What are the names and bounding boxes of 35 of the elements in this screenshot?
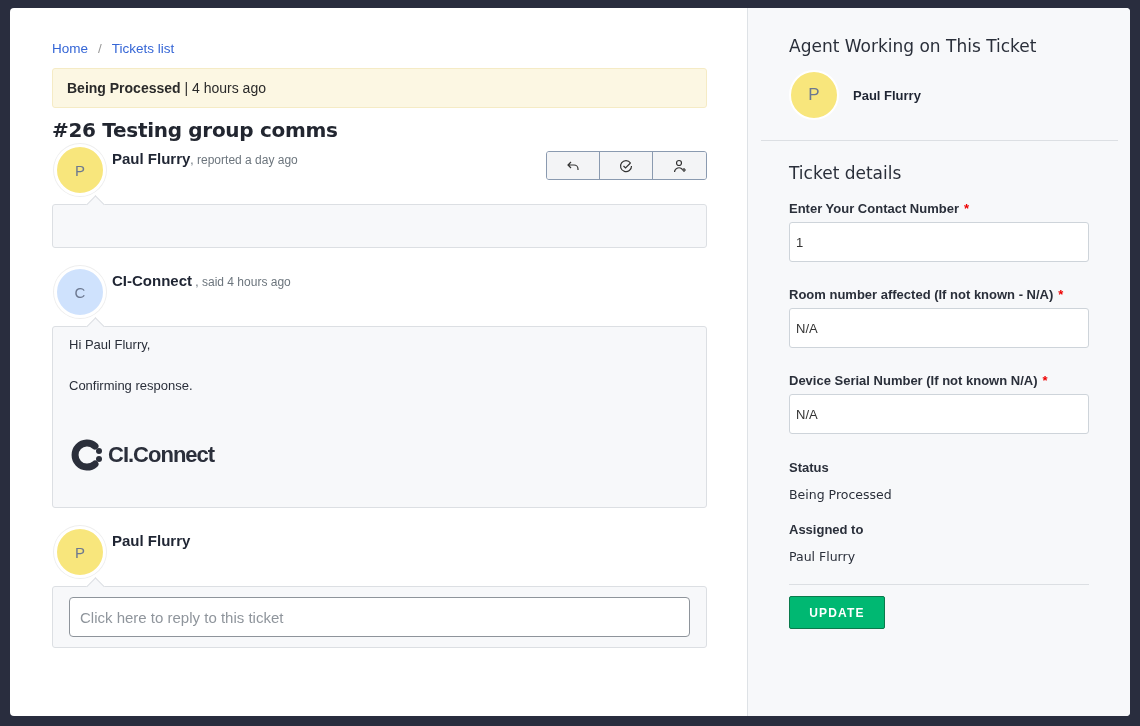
message-text: Hi Paul Flurry,	[69, 337, 152, 352]
input-field[interactable]: N/A	[789, 308, 1089, 348]
field-label: Enter Your Contact Number *	[789, 201, 971, 216]
reply-field[interactable]: Click here to reply to this ticket	[69, 597, 690, 637]
panel-heading: Agent Working on This Ticket	[789, 36, 1038, 56]
agent-name: Paul Flurry	[853, 87, 921, 103]
breadcrumb-link[interactable]: Tickets list	[111, 41, 175, 56]
status-banner: Being Processed | 4 hours ago	[52, 68, 707, 108]
author-name: Paul Flurry	[112, 150, 191, 167]
input-field[interactable]: N/A	[789, 394, 1089, 434]
field-label: Room number affected (If not known - N/A) *	[789, 287, 1065, 302]
info-value: Being Processed	[789, 487, 893, 502]
logo-text: CI.Connect	[108, 442, 215, 468]
add-user-icon	[672, 158, 687, 173]
logo-icon	[69, 437, 105, 473]
avatar: C	[54, 266, 106, 318]
avatar: P	[54, 144, 106, 196]
message-meta: , said 4 hours ago	[194, 275, 291, 289]
avatar: P	[54, 526, 106, 578]
message-text: Confirming response.	[69, 378, 194, 393]
breadcrumb-link[interactable]: Home	[52, 41, 88, 56]
check-circle-icon	[619, 158, 633, 173]
field-label: Device Serial Number (If not known N/A) *	[789, 373, 1049, 388]
reply-button[interactable]	[547, 152, 600, 179]
ticket-title: #26 Testing group comms	[52, 118, 339, 142]
author-name: CI-Connect	[112, 272, 192, 289]
breadcrumb-separator: /	[98, 41, 102, 56]
author-name: Paul Flurry	[112, 532, 191, 549]
input-field[interactable]: 1	[789, 222, 1089, 262]
info-label: Assigned to	[789, 522, 865, 537]
info-value: Paul Flurry	[789, 549, 857, 564]
panel-heading: Ticket details	[789, 163, 903, 183]
info-label: Status	[789, 460, 830, 475]
message-meta: , reported a day ago	[190, 153, 298, 167]
avatar: P	[789, 70, 839, 120]
